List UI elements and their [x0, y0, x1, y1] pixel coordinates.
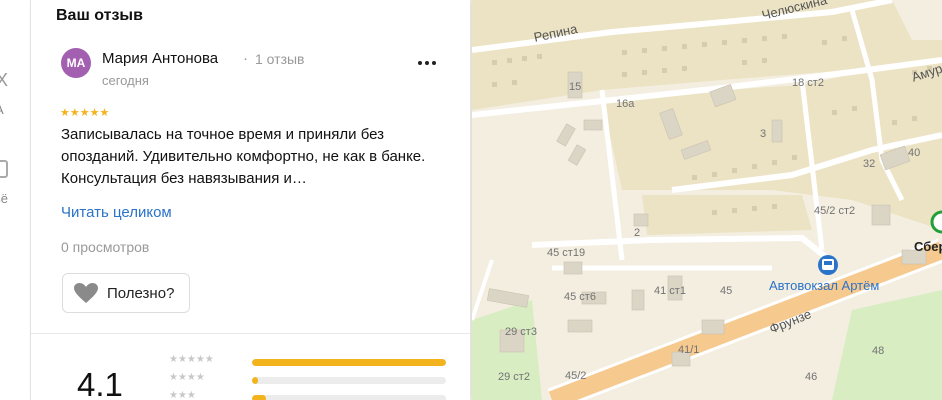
building-label: 15 [569, 81, 582, 93]
rating-row-3[interactable]: ★★★ [169, 390, 449, 400]
building-label: 16а [616, 98, 635, 110]
rating-bar-fill [252, 359, 446, 366]
building-label: 45/2 [565, 370, 587, 382]
review-text: Записывалась на точное время и приняли б… [61, 126, 426, 187]
rating-bar-track [252, 377, 446, 384]
building-label: 40 [908, 147, 921, 159]
map-view[interactable]: Репина Челюскина Амур Фрунзе 15 16а 18 с… [472, 0, 942, 400]
building-label: 48 [872, 345, 885, 357]
rating-row-4[interactable]: ★★★★ [169, 372, 449, 386]
author-review-count: 1 отзыв [255, 51, 305, 67]
rating-bar-track [252, 359, 446, 366]
rating-bar-fill [252, 377, 258, 384]
review-panel: Ваш отзыв МА Мария Антонова · 1 отзыв се… [31, 0, 471, 400]
rating-value: 4.1 [77, 366, 123, 400]
building-label: 32 [863, 158, 876, 170]
sidebar-fragment: X А ьё [0, 0, 31, 400]
section-title: Ваш отзыв [56, 7, 143, 24]
sidebar-glyph-bottom: ьё [0, 191, 9, 206]
rating-row-stars: ★★★★★ [169, 354, 214, 365]
divider [31, 333, 470, 334]
building-label: 29 ст3 [505, 326, 537, 338]
avatar[interactable]: МА [61, 48, 91, 78]
building-label: 3 [760, 128, 767, 140]
more-options-button[interactable] [411, 50, 443, 76]
rating-row-5[interactable]: ★★★★★ [169, 354, 449, 368]
rating-bar-track [252, 395, 446, 400]
helpful-label: Полезно? [107, 284, 175, 302]
building-label: 45 [720, 285, 733, 297]
building-label: 41 ст1 [654, 285, 686, 297]
helpful-button[interactable]: Полезно? [62, 273, 190, 313]
building-label: 18 ст2 [792, 77, 824, 89]
rating-bar-fill [252, 395, 266, 400]
more-dots-icon [418, 61, 422, 65]
sidebar-device-icon [0, 160, 8, 178]
heart-icon [74, 283, 98, 303]
views-count: 0 просмотров [61, 239, 150, 255]
building-label: 46 [805, 371, 818, 383]
building-label: 41/1 [678, 344, 700, 356]
building-label: 29 ст2 [498, 371, 530, 383]
review-rating-stars: ★★★★★ [60, 107, 110, 119]
rating-row-stars: ★★★ [169, 390, 196, 400]
review-date: сегодня [102, 73, 149, 88]
building-label: 2 [634, 227, 641, 239]
poi-label-bank[interactable]: Сбер [914, 239, 942, 254]
more-dot [432, 61, 436, 65]
building-label: 45 ст6 [564, 291, 596, 303]
author-separator: · [243, 50, 248, 67]
poi-label-bus-station[interactable]: Автовокзал Артём [769, 278, 879, 293]
sidebar-glyph-mid: А [0, 102, 4, 117]
building-label: 45 ст19 [547, 247, 586, 259]
map-canvas[interactable] [472, 0, 942, 400]
more-dot [425, 61, 429, 65]
author-name[interactable]: Мария Антонова [102, 50, 218, 67]
read-more-link[interactable]: Читать целиком [61, 204, 172, 221]
building-label: 45/2 ст2 [814, 205, 856, 217]
rating-row-stars: ★★★★ [169, 372, 205, 383]
sidebar-glyph-top: X [0, 70, 8, 91]
